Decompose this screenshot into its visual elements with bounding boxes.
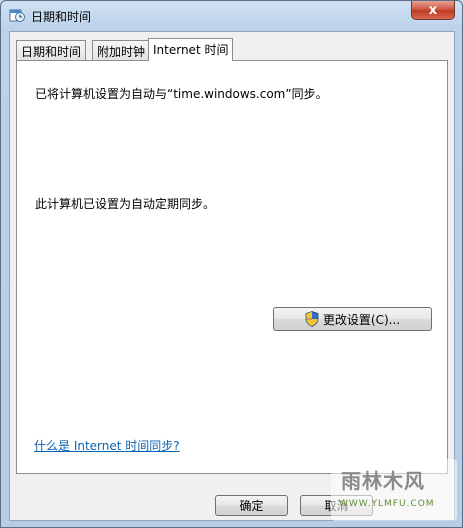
internet-time-panel: 已将计算机设置为自动与“time.windows.com”同步。 此计算机已设置…	[16, 60, 448, 474]
close-button[interactable]: x	[411, 1, 455, 20]
dialog-client-area: 日期和时间 附加时钟 Internet 时间 已将计算机设置为自动与“time.…	[9, 31, 455, 521]
tab-date-time[interactable]: 日期和时间	[16, 40, 87, 60]
window-title: 日期和时间	[31, 10, 92, 24]
tab-strip: 日期和时间 附加时钟 Internet 时间	[16, 38, 446, 61]
uac-shield-icon	[305, 311, 319, 327]
watermark-logo: 雨林木风 WWW.YLMFU.COM	[331, 459, 457, 521]
tab-additional-clocks[interactable]: 附加时钟	[92, 40, 151, 60]
close-icon: x	[428, 2, 438, 18]
date-time-dialog: 日期和时间 x 日期和时间 附加时钟 Internet 时间 已将计算机设置为自…	[0, 0, 463, 528]
title-bar[interactable]: 日期和时间 x	[1, 1, 462, 31]
help-link[interactable]: 什么是 Internet 时间同步?	[34, 437, 180, 454]
ok-button[interactable]: 确定	[215, 495, 288, 516]
change-settings-label: 更改设置(C)...	[322, 312, 401, 327]
watermark-text: 雨林木风	[341, 469, 425, 493]
watermark-url: WWW.YLMFU.COM	[339, 499, 435, 509]
clock-calendar-icon	[9, 9, 25, 22]
tab-internet-time[interactable]: Internet 时间	[148, 38, 234, 61]
auto-sync-text: 此计算机已设置为自动定期同步。	[35, 197, 216, 211]
sync-status-text: 已将计算机设置为自动与“time.windows.com”同步。	[35, 87, 328, 101]
change-settings-button[interactable]: 更改设置(C)...	[273, 307, 432, 331]
